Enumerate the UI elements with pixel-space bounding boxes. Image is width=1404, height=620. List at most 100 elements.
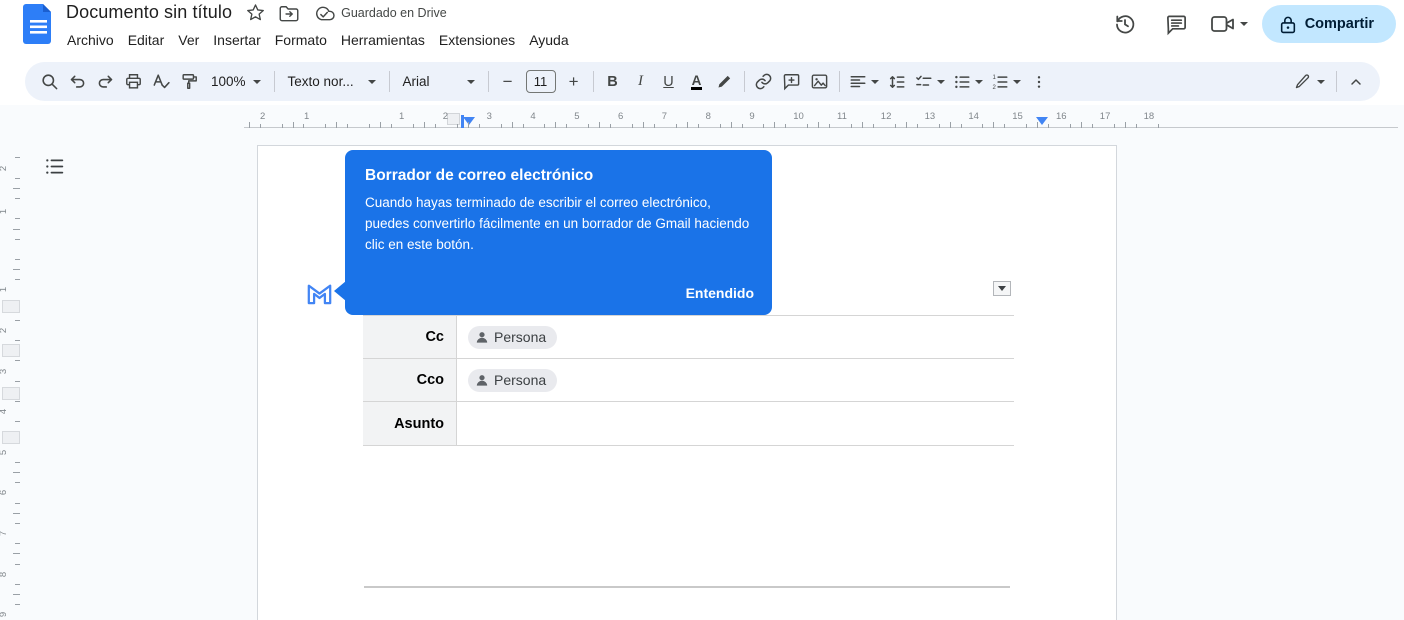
checklist-button[interactable] <box>911 68 949 96</box>
underline-button[interactable]: U <box>655 68 683 96</box>
google-docs-logo-icon[interactable] <box>22 3 55 50</box>
ruler-number: 5 <box>574 111 579 122</box>
highlight-color-button[interactable] <box>711 68 739 96</box>
person-icon <box>476 331 488 343</box>
document-title[interactable]: Documento sin título <box>66 2 232 23</box>
version-history-button[interactable] <box>1106 5 1144 43</box>
search-icon <box>40 72 59 91</box>
table-column-marker[interactable] <box>447 113 460 125</box>
bulleted-list-icon <box>953 73 971 91</box>
ruler-tick <box>632 124 633 128</box>
link-icon <box>754 72 773 91</box>
ruler-tick <box>15 198 20 199</box>
ruler-tick <box>939 124 940 128</box>
save-status[interactable]: Guardado en Drive <box>313 4 447 21</box>
comments-button[interactable] <box>1158 5 1196 43</box>
menu-formato[interactable]: Formato <box>268 30 334 50</box>
increase-font-size-button[interactable]: + <box>560 68 588 96</box>
editing-mode-button[interactable] <box>1287 68 1331 96</box>
ruler-number: 3 <box>487 111 492 122</box>
menu-extensiones[interactable]: Extensiones <box>432 30 522 50</box>
text-color-button[interactable]: A <box>683 68 711 96</box>
star-icon[interactable] <box>246 3 265 22</box>
asunto-value-cell[interactable] <box>457 402 1014 445</box>
decrease-font-size-button[interactable]: − <box>494 68 522 96</box>
ruler-number: 2 <box>0 166 9 171</box>
para-dropdown-button[interactable] <box>993 281 1011 296</box>
toolbar-separator <box>593 71 594 92</box>
menu-editar[interactable]: Editar <box>121 30 172 50</box>
ruler-tick <box>15 584 20 585</box>
table-row-marker[interactable] <box>2 344 20 357</box>
ruler-number: 10 <box>793 111 804 122</box>
cc-value-cell[interactable]: Persona <box>457 316 1014 358</box>
align-caret-icon <box>871 80 879 84</box>
bulleted-list-button[interactable] <box>949 68 987 96</box>
google-docs-app: Documento sin título Guardado en Drive <box>0 0 1404 620</box>
insert-image-button[interactable] <box>806 68 834 96</box>
zoom-select[interactable]: 100% <box>203 68 269 96</box>
undo-icon <box>68 72 87 91</box>
person-chip[interactable]: Persona <box>468 369 557 392</box>
ruler-tick <box>807 124 808 128</box>
font-size-input[interactable]: 11 <box>526 70 556 93</box>
table-row-marker[interactable] <box>2 431 20 444</box>
ruler-tick <box>15 157 20 158</box>
chevron-up-icon <box>1348 74 1364 90</box>
numbered-list-icon: 1 2 <box>991 73 1009 91</box>
align-button[interactable] <box>845 68 883 96</box>
cc-label[interactable]: Cc <box>363 316 457 358</box>
vertical-ruler[interactable]: 21123456789 <box>0 130 22 620</box>
paragraph-styles-select[interactable]: Texto nor... <box>280 68 384 96</box>
ruler-tick <box>15 239 20 240</box>
add-comment-button[interactable] <box>778 68 806 96</box>
search-menus-button[interactable] <box>35 68 63 96</box>
italic-button[interactable]: I <box>627 68 655 96</box>
menu-ayuda[interactable]: Ayuda <box>522 30 575 50</box>
horizontal-ruler[interactable]: 21123456789101112131415161718 <box>0 110 1404 128</box>
ruler-tick <box>15 218 20 219</box>
meet-button[interactable] <box>1210 13 1248 35</box>
insert-link-button[interactable] <box>750 68 778 96</box>
share-button[interactable]: Compartir <box>1262 5 1396 43</box>
zoom-caret-icon <box>253 80 261 84</box>
undo-button[interactable] <box>63 68 91 96</box>
line-spacing-button[interactable] <box>883 68 911 96</box>
bold-button[interactable]: B <box>599 68 627 96</box>
redo-button[interactable] <box>91 68 119 96</box>
font-select[interactable]: Arial <box>395 68 483 96</box>
redo-icon <box>96 72 115 91</box>
svg-text:1: 1 <box>992 75 996 81</box>
ruler-tick <box>523 124 524 128</box>
menu-archivo[interactable]: Archivo <box>60 30 121 50</box>
ruler-number: 1 <box>304 111 309 122</box>
hide-menus-button[interactable] <box>1342 68 1370 96</box>
left-indent-marker[interactable] <box>463 117 475 125</box>
move-folder-icon[interactable] <box>279 4 299 22</box>
more-options-button[interactable] <box>1025 68 1053 96</box>
paint-format-button[interactable] <box>175 68 203 96</box>
menu-insertar[interactable]: Insertar <box>206 30 267 50</box>
table-row-marker[interactable] <box>2 387 20 400</box>
ruler-number: 1 <box>399 111 404 122</box>
menu-herramientas[interactable]: Herramientas <box>334 30 432 50</box>
cco-value-cell[interactable]: Persona <box>457 359 1014 401</box>
person-chip[interactable]: Persona <box>468 326 557 349</box>
ruler-number: 18 <box>1144 111 1155 122</box>
ruler-number: 2 <box>0 328 9 333</box>
ruler-tick <box>873 124 874 128</box>
spellcheck-button[interactable] <box>147 68 175 96</box>
table-row-marker[interactable] <box>2 300 20 313</box>
entendido-button[interactable]: Entendido <box>686 285 754 301</box>
cco-label[interactable]: Cco <box>363 359 457 401</box>
show-outline-button[interactable] <box>40 152 68 180</box>
print-button[interactable] <box>119 68 147 96</box>
asunto-label[interactable]: Asunto <box>363 402 457 445</box>
styles-value: Texto nor... <box>288 74 354 89</box>
meet-dropdown-caret-icon[interactable] <box>1240 22 1248 26</box>
ruler-tick <box>1070 124 1071 128</box>
numbered-list-button[interactable]: 1 2 <box>987 68 1025 96</box>
menu-ver[interactable]: Ver <box>171 30 206 50</box>
cloud-saved-icon <box>313 4 335 21</box>
ruler-number: 17 <box>1100 111 1111 122</box>
